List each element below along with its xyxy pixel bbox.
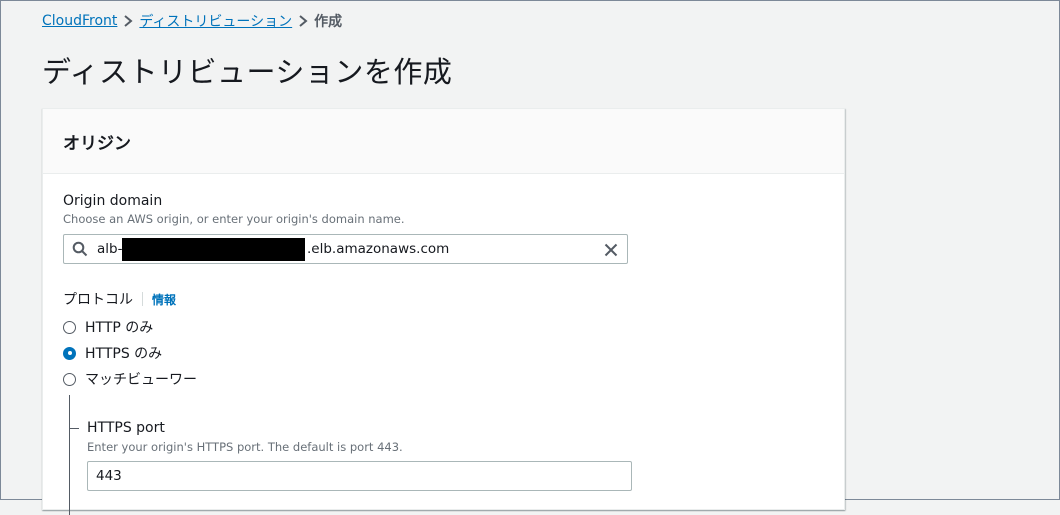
https-port-input[interactable] [87, 461, 632, 491]
origin-panel: オリジン Origin domain Choose an AWS origin,… [42, 108, 845, 515]
origin-domain-input[interactable]: alb- .elb.amazonaws.com [63, 234, 628, 264]
protocol-option-match-viewer[interactable]: マッチビューワー [63, 369, 197, 389]
origin-domain-description: Choose an AWS origin, or enter your orig… [63, 212, 405, 226]
breadcrumb: CloudFront ディストリビューション 作成 [42, 11, 342, 31]
chevron-right-icon [292, 11, 314, 31]
breadcrumb-cloudfront-link[interactable]: CloudFront [42, 13, 117, 29]
nested-indent-tick [69, 428, 79, 429]
breadcrumb-current: 作成 [314, 14, 343, 30]
radio-button[interactable] [63, 372, 76, 386]
close-icon[interactable] [604, 242, 618, 261]
nested-indent-line [69, 395, 70, 515]
redaction-block [122, 238, 305, 261]
breadcrumb-distributions-link[interactable]: ディストリビューション [139, 11, 292, 31]
https-port-description: Enter your origin's HTTPS port. The defa… [87, 440, 403, 454]
divider [142, 292, 143, 306]
origin-section-title: オリジン [63, 134, 131, 154]
origin-panel-header: オリジン [43, 109, 844, 174]
protocol-option-label: HTTP のみ [85, 320, 154, 336]
protocol-option-label: マッチビューワー [85, 372, 197, 388]
protocol-option-http-only[interactable]: HTTP のみ [63, 317, 153, 337]
origin-domain-value-suffix: .elb.amazonaws.com [307, 241, 450, 257]
radio-button-selected[interactable] [63, 346, 76, 360]
search-icon [72, 241, 88, 261]
protocol-option-label: HTTPS のみ [85, 346, 163, 362]
protocol-option-https-only[interactable]: HTTPS のみ [63, 343, 162, 363]
page-title: ディストリビューションを作成 [42, 55, 453, 89]
origin-domain-label: Origin domain [63, 193, 163, 209]
radio-button[interactable] [63, 320, 76, 334]
chevron-right-icon [117, 11, 139, 31]
protocol-label-row: プロトコル 情報 [63, 289, 176, 309]
protocol-info-link[interactable]: 情報 [152, 291, 176, 308]
https-port-label: HTTPS port [87, 420, 165, 436]
protocol-label: プロトコル [63, 292, 133, 308]
origin-domain-value-prefix: alb- [97, 241, 123, 257]
